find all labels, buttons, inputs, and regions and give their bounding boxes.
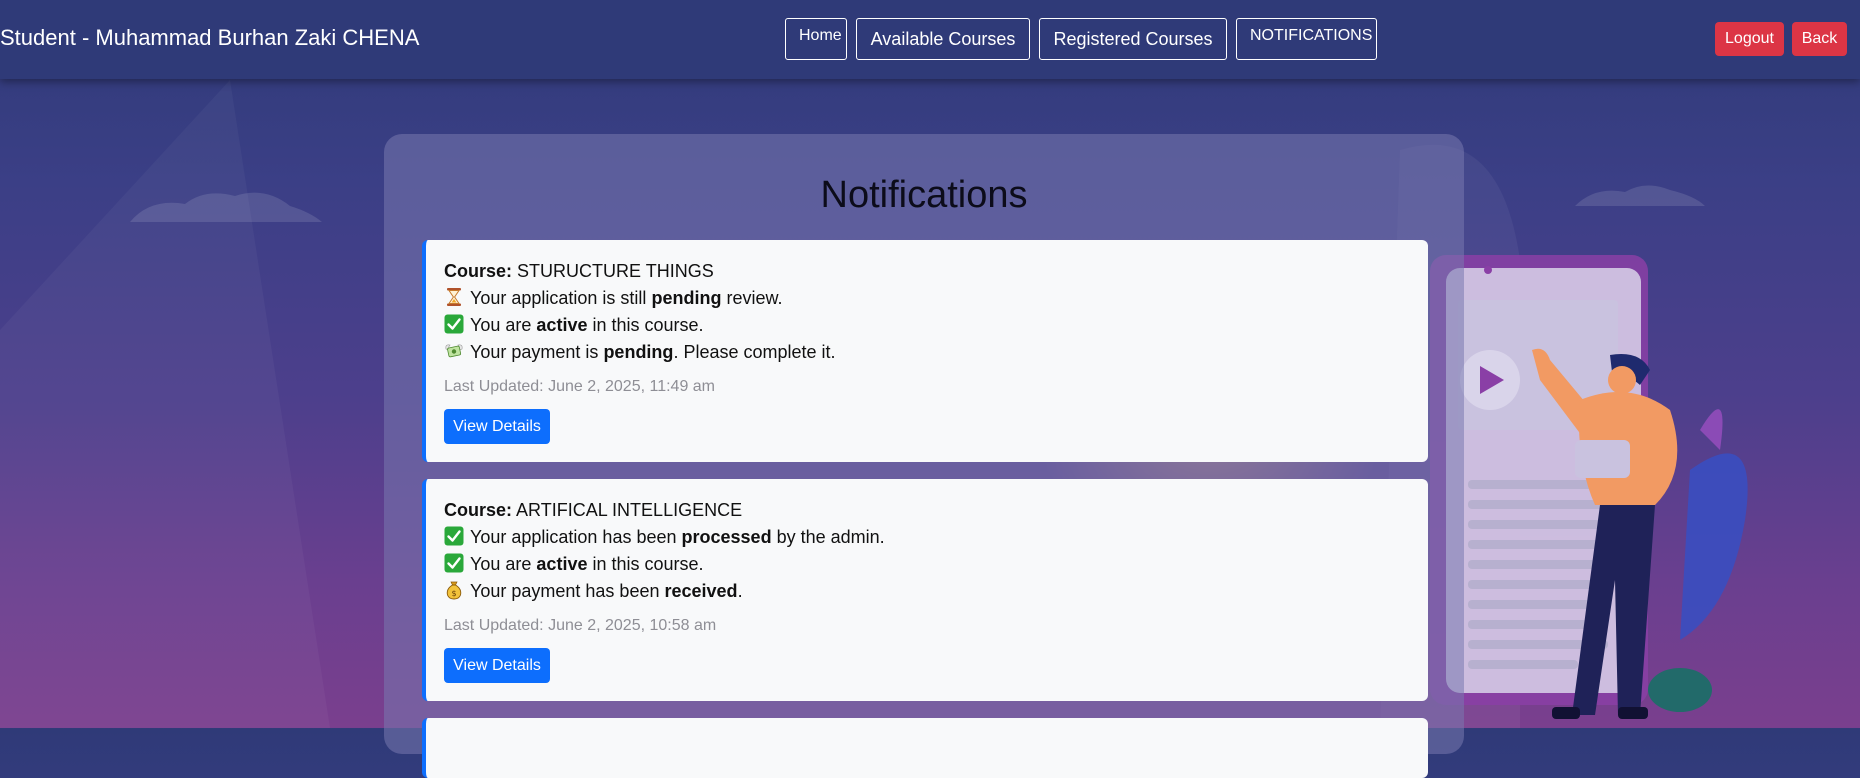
- application-status-line: Your application has been processed by t…: [444, 524, 1428, 551]
- application-post: by the admin.: [776, 527, 885, 547]
- nav-notifications-button[interactable]: NOTIFICATIONS: [1236, 18, 1377, 60]
- enrollment-status-line: You are active in this course.: [444, 312, 1428, 339]
- notifications-panel: Notifications Course: STURUCTURE THINGS …: [384, 134, 1464, 778]
- notification-card: [422, 718, 1428, 778]
- view-details-button[interactable]: View Details: [444, 648, 550, 683]
- logout-button[interactable]: Logout: [1715, 22, 1784, 56]
- money-bag-icon: $: [446, 581, 462, 600]
- payment-post: . Please complete it.: [673, 342, 836, 362]
- enrollment-post: in this course.: [592, 315, 704, 335]
- course-label: Course:: [444, 500, 513, 520]
- payment-status: pending: [603, 342, 674, 362]
- page-title: Notifications: [820, 174, 1028, 216]
- last-updated: Last Updated: June 2, 2025, 11:49 am: [444, 378, 716, 395]
- nav-registered-courses-button[interactable]: Registered Courses: [1039, 18, 1227, 60]
- enrollment-status: active: [536, 554, 588, 574]
- check-icon: [444, 314, 464, 334]
- nav-available-courses-button[interactable]: Available Courses: [856, 18, 1030, 60]
- enrollment-status-line: You are active in this course.: [444, 551, 1428, 578]
- course-name: STURUCTURE THINGS: [517, 261, 714, 281]
- course-line: Course: STURUCTURE THINGS: [444, 258, 1428, 285]
- payment-post: .: [737, 581, 743, 601]
- application-post: review.: [726, 288, 783, 308]
- application-pre: Your application has been: [470, 527, 677, 547]
- enrollment-pre: You are: [470, 554, 532, 574]
- svg-text:$: $: [451, 589, 456, 598]
- view-details-button[interactable]: View Details: [444, 409, 550, 444]
- course-line: Course: ARTIFICAL INTELLIGENCE: [444, 497, 1428, 524]
- enrollment-status: active: [536, 315, 588, 335]
- payment-pre: Your payment is: [470, 342, 599, 362]
- enrollment-pre: You are: [470, 315, 532, 335]
- check-icon: [444, 526, 464, 546]
- application-status-line: Your application is still pending review…: [444, 285, 1428, 312]
- payment-pre: Your payment has been: [470, 581, 660, 601]
- top-navbar: Student - Muhammad Burhan Zaki CHENA Hom…: [0, 0, 1860, 79]
- application-status: pending: [651, 288, 722, 308]
- notification-card: Course: ARTIFICAL INTELLIGENCE Your appl…: [422, 479, 1428, 701]
- course-name: ARTIFICAL INTELLIGENCE: [516, 500, 743, 520]
- check-icon: [444, 553, 464, 573]
- payment-status-line: Your payment is pending. Please complete…: [444, 339, 1428, 366]
- course-label: Course:: [444, 261, 513, 281]
- application-status: processed: [681, 527, 772, 547]
- back-button[interactable]: Back: [1792, 22, 1847, 56]
- money-wings-icon: [445, 344, 463, 358]
- student-name-brand: Student - Muhammad Burhan Zaki CHENA: [0, 25, 420, 50]
- payment-status-line: $ Your payment has been received.: [444, 578, 1428, 605]
- last-updated: Last Updated: June 2, 2025, 10:58 am: [444, 617, 717, 634]
- application-pre: Your application is still: [470, 288, 647, 308]
- hourglass-icon: [447, 288, 461, 306]
- notification-card: Course: STURUCTURE THINGS Your applicati…: [422, 240, 1428, 462]
- enrollment-post: in this course.: [592, 554, 704, 574]
- nav-home-button[interactable]: Home: [785, 18, 847, 60]
- payment-status: received: [664, 581, 738, 601]
